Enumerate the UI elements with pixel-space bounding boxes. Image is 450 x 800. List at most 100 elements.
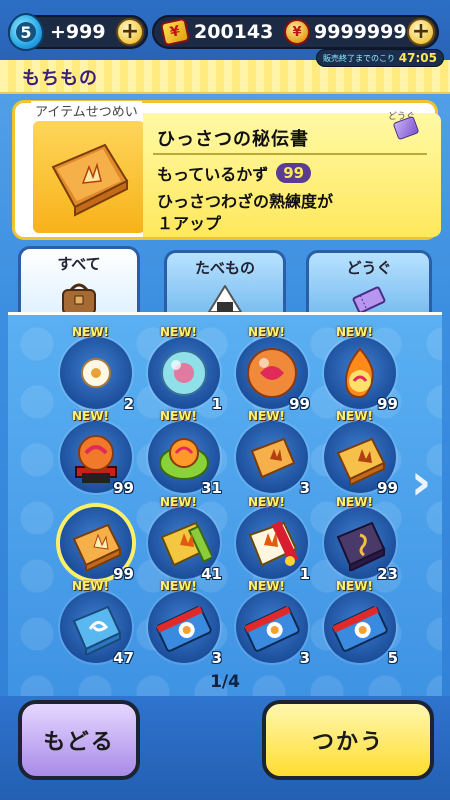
item-slot[interactable]: NEW! 23 bbox=[320, 495, 400, 583]
item-count: 1 bbox=[299, 565, 310, 583]
sale-timer: 47:05 bbox=[398, 51, 437, 65]
item-slot[interactable]: NEW! 99 bbox=[56, 409, 136, 497]
item-count: 41 bbox=[201, 565, 222, 583]
item-count: 99 bbox=[113, 565, 134, 583]
stamina-icon: 5 bbox=[8, 13, 44, 51]
use-button[interactable]: つかう bbox=[262, 700, 434, 780]
item-slot[interactable]: NEW! 1 bbox=[232, 495, 312, 583]
add-stamina-button[interactable]: + bbox=[116, 18, 144, 46]
new-badge: NEW! bbox=[248, 579, 285, 593]
item-slot[interactable]: NEW! 3 bbox=[144, 579, 224, 667]
new-badge: NEW! bbox=[72, 409, 109, 423]
item-slot[interactable]: NEW! 41 bbox=[144, 495, 224, 583]
coin-value: 9999999 bbox=[314, 21, 407, 43]
tab-all-label: すべて bbox=[57, 255, 101, 273]
new-badge: NEW! bbox=[248, 409, 285, 423]
item-count: 99 bbox=[289, 395, 310, 413]
item-count: 1 bbox=[211, 395, 222, 413]
item-slot[interactable]: NEW! 99 bbox=[232, 325, 312, 413]
tab-food[interactable]: たべもの bbox=[164, 250, 286, 313]
money-icon: ¥ bbox=[159, 17, 191, 47]
item-count: 99 bbox=[113, 479, 134, 497]
stamina-pill: 5 +999 + bbox=[8, 13, 148, 51]
item-slot[interactable]: NEW! 31 bbox=[144, 409, 224, 497]
item-description-panel: アイテムせつめい ひっさつの秘伝書 もっているかず 99 ひっさつわざの熟練度が… bbox=[12, 100, 441, 240]
white-orb-icon bbox=[81, 358, 111, 388]
item-slot[interactable]: 99 bbox=[56, 499, 136, 583]
sale-timer-strip: 販売終了までのこり 47:05 bbox=[316, 49, 444, 67]
dark-book-icon bbox=[336, 521, 386, 571]
back-button[interactable]: もどる bbox=[18, 700, 140, 780]
item-slot[interactable]: NEW! 99 bbox=[320, 325, 400, 413]
tab-all[interactable]: すべて bbox=[18, 246, 140, 316]
new-badge: NEW! bbox=[336, 325, 373, 339]
stamina-level: 5 bbox=[16, 22, 36, 42]
item-count: 3 bbox=[299, 479, 310, 497]
owned-count-row: もっているかず 99 bbox=[157, 161, 312, 185]
page-title: もちもの bbox=[22, 68, 98, 89]
red-orb-icon bbox=[247, 348, 297, 398]
money-value: 200143 bbox=[194, 21, 274, 43]
new-badge: NEW! bbox=[160, 325, 197, 339]
bag-icon bbox=[62, 283, 96, 315]
new-badge: NEW! bbox=[336, 579, 373, 593]
scroll-book-icon bbox=[336, 437, 386, 485]
tab-tools[interactable]: どうぐ bbox=[306, 250, 432, 314]
owned-count-badge: 99 bbox=[276, 163, 312, 183]
coin-icon: ¥ bbox=[284, 19, 310, 45]
new-badge: NEW! bbox=[248, 495, 285, 509]
item-count: 99 bbox=[377, 395, 398, 413]
orb-on-stand-icon bbox=[75, 435, 117, 483]
blue-orb-icon bbox=[161, 350, 207, 396]
tab-food-label: たべもの bbox=[194, 259, 255, 277]
ticket-icon bbox=[332, 606, 388, 652]
item-slot[interactable]: NEW! 3 bbox=[232, 579, 312, 667]
item-count: 23 bbox=[377, 565, 398, 583]
item-slot[interactable]: NEW! 99 bbox=[320, 409, 400, 497]
new-badge: NEW! bbox=[160, 495, 197, 509]
green-orb-wreath-icon bbox=[159, 438, 209, 480]
item-count: 3 bbox=[211, 649, 222, 667]
red-ribbon-book-icon bbox=[248, 520, 299, 567]
stamina-value: +999 bbox=[50, 21, 106, 43]
item-count: 5 bbox=[387, 649, 398, 667]
ticket-icon bbox=[156, 606, 212, 652]
golden-book-icon bbox=[160, 521, 212, 567]
item-count: 2 bbox=[123, 395, 134, 413]
ticket-icon bbox=[244, 606, 300, 652]
item-slot[interactable]: NEW! 3 bbox=[232, 409, 312, 497]
next-page-arrow[interactable]: › bbox=[406, 452, 436, 512]
new-badge: NEW! bbox=[72, 579, 109, 593]
item-count: 3 bbox=[299, 649, 310, 667]
new-badge: NEW! bbox=[160, 579, 197, 593]
new-badge: NEW! bbox=[248, 325, 285, 339]
item-slot[interactable]: NEW! 1 bbox=[144, 325, 224, 413]
new-badge: NEW! bbox=[72, 325, 109, 339]
item-slot[interactable]: NEW! 5 bbox=[320, 579, 400, 667]
owned-count-label: もっているかず bbox=[157, 165, 269, 184]
add-coins-button[interactable]: + bbox=[407, 18, 435, 46]
item-count: 47 bbox=[113, 649, 134, 667]
flame-orb-icon bbox=[344, 347, 374, 399]
item-name: ひっさつの秘伝書 bbox=[157, 129, 309, 150]
selected-item-thumbnail bbox=[33, 121, 145, 233]
blue-book-icon bbox=[72, 605, 122, 655]
small-scroll-book-icon bbox=[250, 437, 296, 479]
item-count: 31 bbox=[201, 479, 222, 497]
currency-pill: ¥ 200143 ¥ 9999999 + bbox=[152, 15, 439, 49]
item-slot[interactable]: NEW! 2 bbox=[56, 325, 136, 413]
item-effect-text: ひっさつわざの熟練度が １アップ bbox=[157, 192, 334, 233]
page-indicator: 1/4 bbox=[210, 672, 240, 692]
new-badge: NEW! bbox=[336, 409, 373, 423]
description-caption: アイテムせつめい bbox=[31, 101, 142, 120]
item-count: 99 bbox=[377, 479, 398, 497]
new-badge: NEW! bbox=[336, 495, 373, 509]
divider bbox=[153, 153, 427, 155]
item-slot[interactable]: NEW! 47 bbox=[56, 579, 136, 667]
sale-label: 販売終了までのこり bbox=[323, 53, 395, 63]
secret-book-icon bbox=[51, 143, 129, 217]
new-badge: NEW! bbox=[160, 409, 197, 423]
tab-tools-label: どうぐ bbox=[346, 259, 392, 277]
item-grid-panel: NEW! 2 NEW! 1 NEW! 99 NEW! 99 NEW! 99 NEW! 31 NEW! 3 N… bbox=[8, 312, 442, 696]
secret-book-icon bbox=[72, 523, 122, 571]
